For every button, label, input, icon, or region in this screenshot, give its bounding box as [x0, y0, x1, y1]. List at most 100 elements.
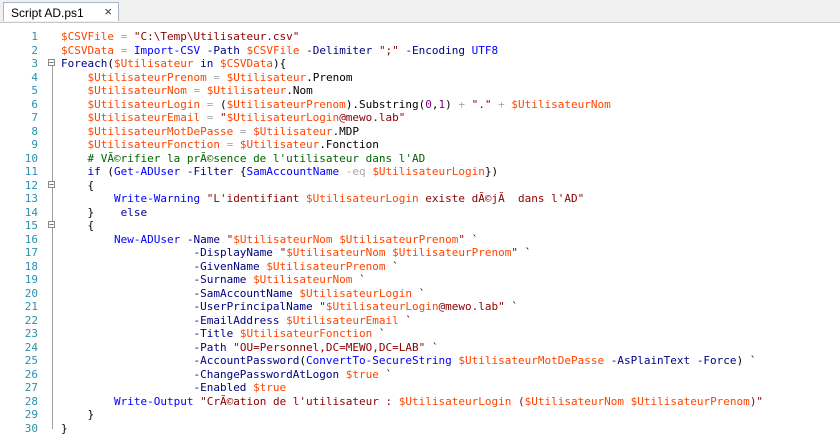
code-text: $UtilisateurMotDePasse = $Utilisateur.MD… [61, 124, 360, 139]
code-text: { [61, 179, 94, 193]
code-token: $UtilisateurLogin [398, 394, 512, 408]
code-token: { [233, 165, 247, 178]
code-text: -GivenName $UtilisateurPrenom ` [61, 259, 399, 274]
code-token: $UtilisateurLogin [372, 165, 485, 178]
fold-toggle-icon[interactable]: − [48, 221, 55, 229]
code-token: -Encoding [405, 43, 466, 57]
code-token: } [61, 421, 68, 435]
code-token: $UtilisateurFonction [239, 327, 373, 340]
line-number: 8 [31, 124, 38, 138]
line-number: 22 [24, 313, 38, 327]
code-token: Write-Output [113, 394, 194, 408]
code-token: ) ` [736, 354, 757, 367]
code-token: $UtilisateurMotDePasse [87, 124, 234, 138]
code-token: -Path [193, 340, 227, 354]
code-token: $UtilisateurPrenom [630, 394, 750, 408]
code-editor[interactable]: 1 $CSVFile = "C:\Temp\Utilisateur.csv" 2 $C… [0, 23, 840, 440]
code-token: -AccountPassword [193, 354, 300, 367]
line-number: 6 [31, 97, 38, 111]
code-token: $true [253, 381, 287, 394]
code-token: } [61, 205, 121, 219]
fold-toggle-icon[interactable]: − [48, 59, 55, 67]
code-token: -EmailAddress [193, 313, 280, 327]
code-token: -Surname [193, 273, 247, 286]
code-text: -SamAccountName $UtilisateurLogin ` [61, 287, 425, 301]
code-token: $UtilisateurNom [233, 232, 333, 246]
code-text: $UtilisateurPrenom = $Utilisateur.Prenom [61, 70, 353, 85]
code-token: = [200, 111, 220, 124]
code-token: .Prenom [306, 70, 353, 84]
code-token: $UtilisateurNom [253, 273, 353, 286]
code-token: $Utilisateur [239, 138, 320, 151]
code-token: ` [398, 313, 413, 327]
line-number: 18 [24, 259, 38, 273]
code-text: Foreach($Utilisateur in $CSVData){ [61, 57, 286, 71]
code-text: -Path "OU=Personnel,DC=MEWO,DC=LAB" ` [61, 340, 438, 355]
code-token: = [219, 138, 240, 151]
code-token: } [61, 408, 95, 421]
code-token: = [200, 97, 220, 111]
line-number: 3 [31, 57, 38, 70]
tab-script-ad[interactable]: Script AD.ps1 × [3, 2, 119, 21]
code-token: $UtilisateurNom [524, 394, 624, 408]
code-token: )" [749, 394, 764, 408]
code-token: = [113, 30, 134, 43]
line-number: 24 [24, 340, 38, 354]
code-token: $CSVData [219, 57, 273, 70]
code-token: $true [345, 367, 379, 381]
code-token: $Utilisateur [206, 84, 287, 97]
code-token: ` [385, 259, 399, 273]
code-token: $UtilisateurNom [87, 84, 187, 97]
code-token: -GivenName [193, 259, 260, 273]
code-token: SamAccountName [246, 165, 340, 178]
code-token: ";" [378, 43, 399, 57]
code-token: ` [372, 327, 386, 340]
code-token: { [61, 219, 95, 232]
close-icon[interactable]: × [104, 4, 112, 19]
code-token: + [498, 97, 505, 111]
code-token: $UtilisateurFonction [87, 138, 220, 151]
code-text: New-ADUser -Name "$UtilisateurNom $Utili… [61, 233, 478, 247]
line-number: 11 [24, 165, 38, 178]
fold-toggle-icon[interactable]: − [48, 180, 55, 188]
code-token: $CSVFile [246, 43, 300, 57]
line-number: 13 [24, 192, 38, 205]
code-token: { [61, 178, 95, 192]
line-number: 25 [24, 354, 38, 367]
code-token: " [511, 246, 518, 259]
code-token: $UtilisateurMotDePasse [458, 354, 605, 367]
code-token: else [120, 205, 148, 219]
code-text: -UserPrincipalName "$UtilisateurLogin@me… [61, 300, 518, 314]
code-text: -Title $UtilisateurFonction ` [61, 327, 386, 341]
code-token: $UtilisateurPrenom [266, 259, 386, 273]
code-token: $UtilisateurLogin [299, 286, 413, 300]
code-token: Foreach [61, 57, 108, 70]
code-token: -ChangePasswordAtLogon [193, 367, 340, 381]
code-token: -SamAccountName [193, 286, 293, 300]
code-token: $CSVData [61, 43, 114, 57]
code-token: "OU=Personnel,DC=MEWO,DC=LAB" [233, 340, 426, 354]
code-text: # VÃ©rifier la prÃ©sence de l'utilisateu… [61, 152, 426, 166]
code-token: in [200, 57, 214, 70]
code-token: ` [378, 367, 393, 381]
line-number: 23 [24, 327, 38, 340]
code-text: } [61, 408, 94, 422]
line-number: 14 [24, 205, 38, 219]
code-token: "." [471, 97, 492, 111]
code-text: { [61, 219, 94, 233]
